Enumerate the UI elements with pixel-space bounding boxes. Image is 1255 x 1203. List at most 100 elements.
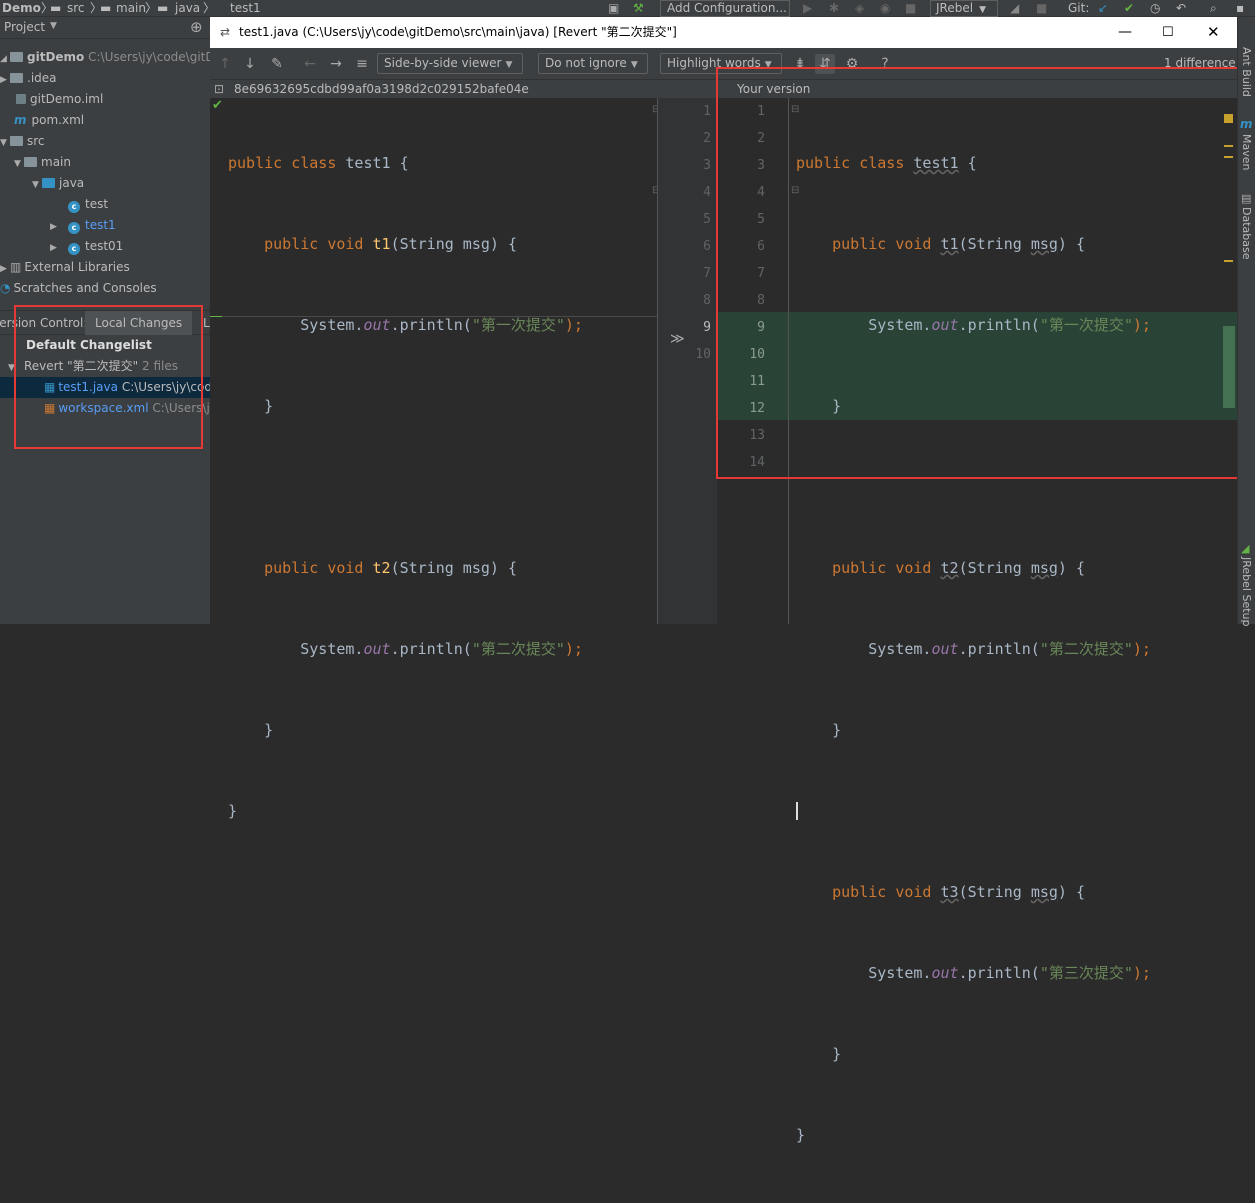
line-number: 3 xyxy=(703,158,711,173)
keyword: public void xyxy=(832,883,932,901)
breadcrumb-main[interactable]: main xyxy=(116,0,146,17)
history-icon[interactable]: ◷ xyxy=(1150,0,1160,17)
line-number: 10 xyxy=(695,347,711,362)
code-line: } xyxy=(228,393,583,420)
dropdown-arrow-icon: ▼ xyxy=(630,60,638,70)
stop-icon[interactable]: ■ xyxy=(905,0,916,17)
tree-item-test01[interactable]: ▶ c test01 xyxy=(50,236,123,257)
code-text: ); xyxy=(1132,640,1151,658)
class-icon: c xyxy=(68,201,80,213)
code-text: (String xyxy=(958,559,1031,577)
tree-item-scratches[interactable]: ◔ Scratches and Consoles xyxy=(0,278,157,299)
maximize-button[interactable]: ☐ xyxy=(1162,17,1174,48)
left-code: public class test1 { public void t1(Stri… xyxy=(228,96,583,879)
add-icon[interactable]: ⊕ xyxy=(190,18,203,36)
library-icon: ▥ xyxy=(10,260,22,274)
expanded-arrow-icon: ◢ xyxy=(0,54,7,64)
field: out xyxy=(363,316,391,334)
maven-tab[interactable]: Maven xyxy=(1240,134,1253,170)
dropdown-arrow-icon: ▼ xyxy=(505,60,513,70)
code-line: } xyxy=(228,717,583,744)
rollback-icon[interactable]: ↶ xyxy=(1176,0,1186,17)
git-update-icon[interactable]: ↙ xyxy=(1098,0,1108,17)
search-icon[interactable]: ⌕ xyxy=(1210,0,1217,17)
highlight-box-local-changes xyxy=(14,305,203,449)
edit-source-icon[interactable]: ✎ xyxy=(267,54,287,74)
window-icon[interactable]: ▣ xyxy=(608,0,619,17)
tab-log[interactable]: L xyxy=(203,311,210,335)
breadcrumb-java[interactable]: java xyxy=(175,0,200,17)
tree-item-label: gitDemo xyxy=(27,50,85,64)
run-icon[interactable]: ▶ xyxy=(803,0,812,17)
tree-item-test1[interactable]: ▶ c test1 xyxy=(50,215,116,236)
minimize-button[interactable]: — xyxy=(1118,17,1132,48)
tree-item-label: main xyxy=(41,155,71,169)
forward-icon[interactable]: → xyxy=(326,54,346,74)
next-difference-icon[interactable]: ↓ xyxy=(240,54,260,74)
tree-item-java[interactable]: ▼ java xyxy=(32,173,84,194)
run-configuration-combo[interactable]: Add Configuration... xyxy=(660,0,790,17)
code-line: public class test1 { xyxy=(228,150,583,177)
left-line-numbers: 1 2 3 4 5 6 7 8 9 10 xyxy=(677,98,711,368)
code-text: System. xyxy=(300,640,364,658)
expanded-arrow-icon: ▼ xyxy=(14,159,21,169)
breadcrumb-project[interactable]: Demo xyxy=(2,0,41,17)
tree-item-label: pom.xml xyxy=(31,113,85,127)
coverage-icon[interactable]: ◈ xyxy=(855,0,864,17)
code-line: public void t2(String msg) { xyxy=(796,555,1151,582)
ant-build-tab[interactable]: Ant Build xyxy=(1240,47,1253,97)
breadcrumb-test1[interactable]: test1 xyxy=(230,0,261,17)
class-icon: c xyxy=(68,243,80,255)
profile-icon[interactable]: ◉ xyxy=(880,0,890,17)
string-literal: "第二次提交" xyxy=(1039,640,1133,658)
tree-item-main[interactable]: ▼ main xyxy=(14,152,71,173)
back-icon[interactable]: ← xyxy=(300,54,320,74)
folder-icon: ▬ xyxy=(100,1,112,15)
close-button[interactable]: ✕ xyxy=(1207,17,1220,48)
code-text: (String xyxy=(958,883,1031,901)
jrebel-combo[interactable]: JRebel ▼ xyxy=(930,0,998,17)
folder-icon xyxy=(10,136,23,146)
method-name: t2 xyxy=(940,559,959,577)
tree-item-pom[interactable]: m pom.xml xyxy=(14,110,84,131)
tree-item-src[interactable]: ▼ src xyxy=(0,131,45,152)
dropdown-arrow-icon[interactable]: ▼ xyxy=(50,21,57,31)
code-text: .println( xyxy=(390,316,472,334)
collapsed-arrow-icon: ▶ xyxy=(50,222,57,232)
tree-item-external-libraries[interactable]: ▶ ▥ External Libraries xyxy=(0,257,130,278)
ignore-combo[interactable]: Do not ignore ▼ xyxy=(538,53,648,74)
more-icon[interactable]: ▪ xyxy=(1236,0,1244,17)
jrebel-label: JRebel xyxy=(936,1,974,15)
previous-difference-icon[interactable]: ↑ xyxy=(215,54,235,74)
scratches-icon: ◔ xyxy=(0,281,11,295)
project-panel-title[interactable]: Project xyxy=(4,20,45,34)
code-line: System.out.println("第二次提交"); xyxy=(796,636,1151,663)
database-tab[interactable]: Database xyxy=(1240,207,1253,260)
left-editor[interactable]: ✔ public class test1 { public void t1(St… xyxy=(210,98,660,820)
build-hammer-icon[interactable]: ⚒ xyxy=(633,0,644,17)
breadcrumb-src[interactable]: src xyxy=(67,0,85,17)
viewer-combo[interactable]: Side-by-side viewer ▼ xyxy=(377,53,523,74)
tree-item-idea[interactable]: ▶ .idea xyxy=(0,68,57,89)
brace: } xyxy=(832,1045,842,1063)
git-commit-icon[interactable]: ✔ xyxy=(1124,0,1134,17)
change-list-icon[interactable]: ≡ xyxy=(352,54,372,74)
diff-dialog-title: test1.java (C:\Users\jy\code\gitDemo\src… xyxy=(239,25,677,39)
run-configuration-label: Add Configuration... xyxy=(667,1,787,15)
git-label: Git: xyxy=(1068,1,1090,15)
jrebel-setup-tab[interactable]: JRebel Setup xyxy=(1240,557,1253,626)
tree-item-label: gitDemo.iml xyxy=(30,92,104,106)
tree-item-gitdemo[interactable]: ◢ gitDemo C:\Users\jy\code\gitDemo xyxy=(0,47,241,68)
method-name: t1 xyxy=(372,235,391,253)
ignore-combo-label: Do not ignore xyxy=(545,56,627,70)
tree-item-label: test01 xyxy=(85,239,124,253)
tree-item-test[interactable]: c test xyxy=(68,194,108,215)
code-line: System.out.println("第三次提交"); xyxy=(796,960,1151,987)
viewer-combo-label: Side-by-side viewer xyxy=(384,56,502,70)
tree-item-iml[interactable]: gitDemo.iml xyxy=(16,89,103,110)
jrebel-stop-icon[interactable]: ■ xyxy=(1036,0,1047,17)
debug-icon[interactable]: ✱ xyxy=(829,0,839,17)
jrebel-run-icon[interactable]: ◢ xyxy=(1010,0,1019,17)
tree-item-label: .idea xyxy=(27,71,57,85)
